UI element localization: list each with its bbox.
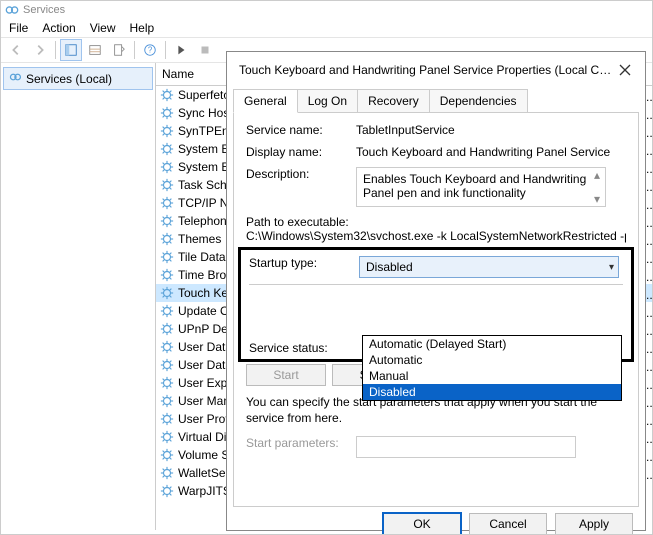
gear-icon bbox=[160, 160, 174, 174]
value-display-name: Touch Keyboard and Handwriting Panel Ser… bbox=[356, 145, 626, 159]
start-params-input[interactable] bbox=[356, 436, 576, 458]
label-startup-type: Startup type: bbox=[249, 256, 359, 270]
gear-icon bbox=[160, 106, 174, 120]
gear-icon bbox=[160, 466, 174, 480]
cancel-button[interactable]: Cancel bbox=[469, 513, 547, 535]
app-titlebar: Services bbox=[1, 1, 652, 19]
gear-icon bbox=[160, 376, 174, 390]
services-icon bbox=[5, 3, 19, 17]
menu-view[interactable]: View bbox=[90, 21, 116, 35]
description-box: Enables Touch Keyboard and Handwriting P… bbox=[356, 167, 606, 207]
toolbar-sep bbox=[134, 41, 135, 59]
label-description: Description: bbox=[246, 167, 356, 181]
label-start-params: Start parameters: bbox=[246, 436, 356, 450]
dialog-title: Touch Keyboard and Handwriting Panel Ser… bbox=[239, 63, 611, 77]
menu-file[interactable]: File bbox=[9, 21, 28, 35]
properties-dialog: Touch Keyboard and Handwriting Panel Ser… bbox=[226, 51, 646, 531]
forward-button[interactable] bbox=[29, 39, 51, 61]
tab-logon[interactable]: Log On bbox=[297, 89, 358, 113]
label-service-status: Service status: bbox=[249, 341, 359, 355]
chevron-up-icon: ▴ bbox=[594, 168, 600, 182]
gear-icon bbox=[160, 340, 174, 354]
gear-icon bbox=[160, 124, 174, 138]
toolbar-sep bbox=[165, 41, 166, 59]
startup-opt-manual[interactable]: Manual bbox=[363, 368, 621, 384]
gear-icon bbox=[160, 484, 174, 498]
properties-button[interactable] bbox=[84, 39, 106, 61]
tree-root-label: Services (Local) bbox=[26, 72, 112, 86]
tab-general-body: Service name: TabletInputService Display… bbox=[233, 112, 639, 507]
gear-icon bbox=[160, 142, 174, 156]
gear-icon bbox=[160, 232, 174, 246]
gear-icon bbox=[160, 196, 174, 210]
gear-icon bbox=[160, 178, 174, 192]
stop-button[interactable] bbox=[194, 39, 216, 61]
gear-icon bbox=[160, 394, 174, 408]
apply-button[interactable]: Apply bbox=[555, 513, 633, 535]
gear-icon bbox=[160, 286, 174, 300]
gear-icon bbox=[160, 268, 174, 282]
app-title: Services bbox=[23, 4, 65, 16]
gear-icon bbox=[160, 412, 174, 426]
help-button[interactable]: ? bbox=[139, 39, 161, 61]
description-scrollbar[interactable]: ▴ ▾ bbox=[589, 168, 605, 206]
start-button[interactable]: Start bbox=[246, 364, 326, 386]
chevron-down-icon: ▾ bbox=[594, 192, 600, 206]
startup-type-value: Disabled bbox=[366, 260, 413, 274]
gear-icon bbox=[160, 250, 174, 264]
dialog-tabs: General Log On Recovery Dependencies bbox=[233, 88, 639, 112]
show-hide-tree-button[interactable] bbox=[60, 39, 82, 61]
gear-icon bbox=[160, 304, 174, 318]
divider bbox=[249, 284, 623, 285]
gear-icon bbox=[160, 358, 174, 372]
startup-opt-delayed[interactable]: Automatic (Delayed Start) bbox=[363, 336, 621, 352]
menu-action[interactable]: Action bbox=[42, 21, 75, 35]
gear-icon bbox=[8, 70, 22, 87]
startup-opt-disabled[interactable]: Disabled bbox=[363, 384, 621, 400]
gear-icon bbox=[160, 214, 174, 228]
label-display-name: Display name: bbox=[246, 145, 356, 159]
back-button[interactable] bbox=[5, 39, 27, 61]
gear-icon bbox=[160, 88, 174, 102]
gear-icon bbox=[160, 322, 174, 336]
ok-button[interactable]: OK bbox=[383, 513, 461, 535]
tree-pane: Services (Local) bbox=[1, 63, 156, 530]
startup-opt-automatic[interactable]: Automatic bbox=[363, 352, 621, 368]
startup-type-select[interactable]: Disabled ▾ bbox=[359, 256, 619, 278]
close-button[interactable] bbox=[613, 58, 637, 82]
tab-recovery[interactable]: Recovery bbox=[357, 89, 430, 113]
toolbar-sep bbox=[55, 41, 56, 59]
play-button[interactable] bbox=[170, 39, 192, 61]
value-path: C:\Windows\System32\svchost.exe -k Local… bbox=[246, 229, 626, 243]
label-path: Path to executable: bbox=[246, 215, 626, 229]
export-button[interactable] bbox=[108, 39, 130, 61]
startup-highlight: Startup type: Disabled ▾ Automatic (Dela… bbox=[238, 247, 634, 362]
tab-general[interactable]: General bbox=[233, 89, 298, 113]
gear-icon bbox=[160, 448, 174, 462]
gear-icon bbox=[160, 430, 174, 444]
value-service-name: TabletInputService bbox=[356, 123, 626, 137]
menubar: File Action View Help bbox=[1, 19, 652, 37]
label-service-name: Service name: bbox=[246, 123, 356, 137]
tree-root-item[interactable]: Services (Local) bbox=[3, 67, 153, 90]
value-description: Enables Touch Keyboard and Handwriting P… bbox=[363, 172, 586, 200]
startup-type-dropdown[interactable]: Automatic (Delayed Start) Automatic Manu… bbox=[362, 335, 622, 401]
svg-text:?: ? bbox=[148, 46, 153, 55]
chevron-down-icon: ▾ bbox=[609, 262, 614, 273]
menu-help[interactable]: Help bbox=[130, 21, 155, 35]
tab-dependencies[interactable]: Dependencies bbox=[429, 89, 528, 113]
